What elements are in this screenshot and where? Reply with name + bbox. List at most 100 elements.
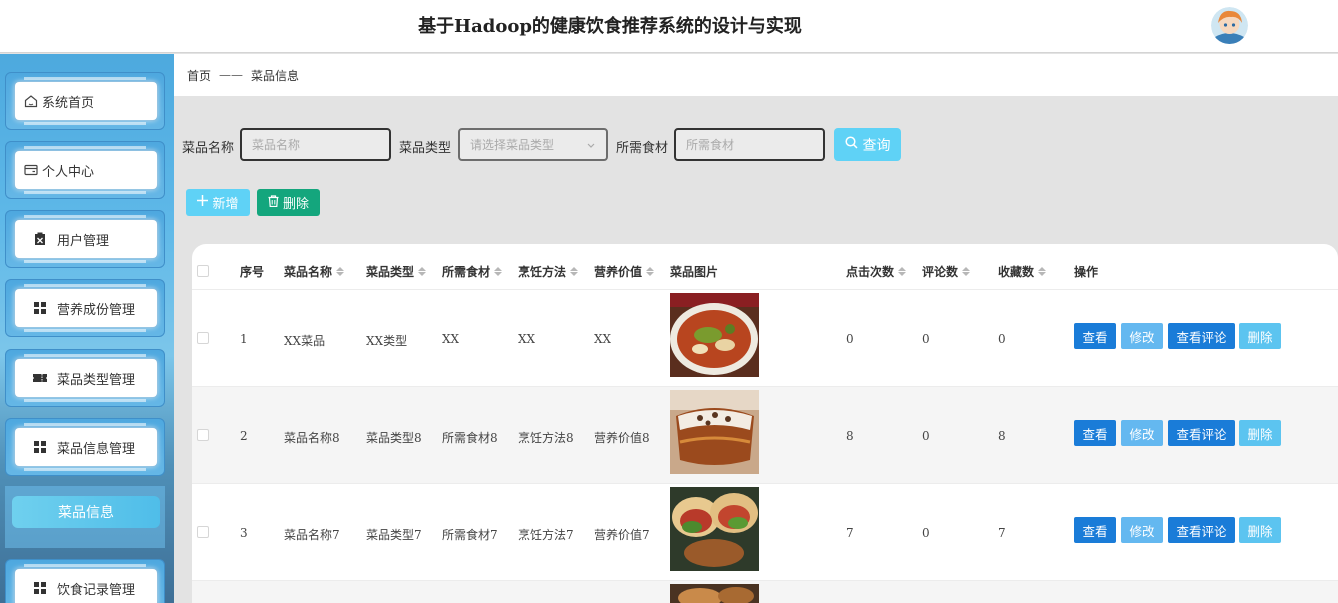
- wallet-icon: [24, 163, 38, 177]
- view-button[interactable]: 查看: [1074, 420, 1116, 446]
- view-comments-button[interactable]: 查看评论: [1168, 323, 1235, 349]
- dish-name-input[interactable]: 菜品名称: [240, 128, 391, 161]
- grid-icon: [33, 440, 47, 454]
- sidebar-item-profile[interactable]: 个人中心: [15, 151, 157, 189]
- sidebar-item-label: 营养成份管理: [57, 302, 136, 318]
- sidebar-subitem-dish-info[interactable]: 菜品信息: [12, 496, 160, 528]
- sidebar: 系统首页 个人中心 用户管理 营养成份管理 菜品类型管理 菜品信息管理 菜品信息…: [0, 54, 174, 603]
- breadcrumb-home[interactable]: 首页: [187, 67, 211, 84]
- ingredient-input[interactable]: 所需食材: [674, 128, 825, 161]
- cell-nutrition: XX: [594, 332, 612, 346]
- col-nutrition[interactable]: 营养价值: [594, 263, 655, 280]
- ingredient-label: 所需食材: [616, 141, 669, 156]
- dish-image[interactable]: [670, 584, 759, 603]
- dish-type-label: 菜品类型: [399, 141, 452, 156]
- sidebar-item-dish-info[interactable]: 菜品信息管理: [15, 428, 157, 466]
- dish-name-placeholder: 菜品名称: [252, 138, 301, 152]
- sort-icon: [1038, 267, 1047, 276]
- sort-icon: [336, 267, 345, 276]
- table-row: 2 菜品名称8 菜品类型8 所需食材8 烹饪方法8 营养价值8 8 0 8 查看…: [192, 387, 1338, 484]
- ticket-icon: [33, 371, 47, 385]
- sidebar-card-dish-type: 菜品类型管理: [5, 349, 165, 407]
- col-type[interactable]: 菜品类型: [366, 263, 427, 280]
- query-label: 查询: [862, 137, 891, 154]
- cell-clicks: 7: [846, 526, 854, 540]
- col-image: 菜品图片: [670, 265, 719, 279]
- user-avatar[interactable]: [1211, 7, 1248, 44]
- sidebar-item-diet-record[interactable]: 饮食记录管理: [15, 569, 157, 603]
- delete-button[interactable]: 删除: [1239, 517, 1281, 543]
- dish-name-label: 菜品名称: [182, 141, 235, 156]
- edit-button[interactable]: 修改: [1121, 517, 1163, 543]
- search-icon: [844, 136, 858, 153]
- sort-icon: [494, 267, 503, 276]
- view-button[interactable]: 查看: [1074, 517, 1116, 543]
- add-label: 新增: [212, 197, 239, 212]
- cell-type: 菜品类型7: [366, 528, 422, 542]
- cell-comments: 0: [922, 332, 930, 346]
- cell-clicks: 8: [846, 429, 854, 443]
- plus-icon: [197, 195, 209, 210]
- col-actions: 操作: [1074, 265, 1099, 279]
- sidebar-item-nutrition[interactable]: 营养成份管理: [15, 289, 157, 327]
- cell-favorites: 0: [998, 332, 1006, 346]
- cell-name: XX菜品: [284, 334, 326, 348]
- view-comments-button[interactable]: 查看评论: [1168, 517, 1235, 543]
- col-comments[interactable]: 评论数: [922, 263, 971, 280]
- cell-comments: 0: [922, 526, 930, 540]
- cell-nutrition: 营养价值8: [594, 431, 650, 445]
- sidebar-card-users: 用户管理: [5, 210, 165, 268]
- delete-button[interactable]: 删除: [1239, 420, 1281, 446]
- home-icon: [24, 94, 38, 108]
- col-clicks[interactable]: 点击次数: [846, 263, 907, 280]
- page-title: 基于Hadoop的健康饮食推荐系统的设计与实现: [418, 16, 802, 37]
- grid-icon: [33, 581, 47, 595]
- row-checkbox[interactable]: [197, 526, 209, 538]
- top-header: 基于Hadoop的健康饮食推荐系统的设计与实现: [0, 0, 1338, 53]
- sidebar-item-home[interactable]: 系统首页: [15, 82, 157, 120]
- col-name[interactable]: 菜品名称: [284, 263, 345, 280]
- sidebar-submenu: 菜品信息: [5, 486, 165, 548]
- sidebar-item-label: 个人中心: [42, 164, 95, 180]
- row-checkbox[interactable]: [197, 332, 209, 344]
- sort-icon: [646, 267, 655, 276]
- sidebar-item-users[interactable]: 用户管理: [15, 220, 157, 258]
- view-comments-button[interactable]: 查看评论: [1168, 420, 1235, 446]
- delete-label: 删除: [282, 197, 309, 212]
- cell-ingredient: 所需食材8: [442, 431, 498, 445]
- col-method[interactable]: 烹饪方法: [518, 263, 579, 280]
- sidebar-item-dish-type[interactable]: 菜品类型管理: [15, 359, 157, 397]
- row-checkbox[interactable]: [197, 429, 209, 441]
- sort-icon: [418, 267, 427, 276]
- cell-type: XX类型: [366, 334, 408, 348]
- dish-type-select[interactable]: 请选择菜品类型: [458, 128, 608, 161]
- dish-image[interactable]: [670, 487, 759, 571]
- cell-favorites: 7: [998, 526, 1006, 540]
- table-row: 1 XX菜品 XX类型 XX XX XX 0 0 0 查看 修改 查看评论 删除: [192, 290, 1338, 387]
- dish-type-placeholder: 请选择菜品类型: [470, 138, 555, 152]
- edit-button[interactable]: 修改: [1121, 420, 1163, 446]
- col-ingredient[interactable]: 所需食材: [442, 263, 503, 280]
- sidebar-card-diet-record: 饮食记录管理: [5, 559, 165, 603]
- select-all-checkbox[interactable]: [197, 265, 209, 277]
- cell-method: 烹饪方法8: [518, 431, 574, 445]
- cell-ingredient: XX: [442, 332, 460, 346]
- table-row: [192, 581, 1338, 603]
- sidebar-card-home: 系统首页: [5, 72, 165, 130]
- sidebar-item-label: 饮食记录管理: [57, 582, 136, 598]
- dish-table: 序号 菜品名称 菜品类型 所需食材 烹饪方法 营养价值 菜品图片 点击次数 评论…: [192, 244, 1338, 603]
- ingredient-placeholder: 所需食材: [686, 138, 735, 152]
- cell-name: 菜品名称8: [284, 431, 340, 445]
- query-button[interactable]: 查询: [834, 128, 901, 161]
- dish-image[interactable]: [670, 390, 759, 474]
- dish-image[interactable]: [670, 293, 759, 377]
- trash-icon: [268, 194, 279, 211]
- delete-button[interactable]: 删除: [1239, 323, 1281, 349]
- batch-delete-button[interactable]: 删除: [257, 189, 320, 216]
- add-button[interactable]: 新增: [186, 189, 250, 216]
- view-button[interactable]: 查看: [1074, 323, 1116, 349]
- edit-button[interactable]: 修改: [1121, 323, 1163, 349]
- col-favorites[interactable]: 收藏数: [998, 263, 1047, 280]
- sort-icon: [570, 267, 579, 276]
- breadcrumb: 首页 —— 菜品信息: [174, 54, 1338, 96]
